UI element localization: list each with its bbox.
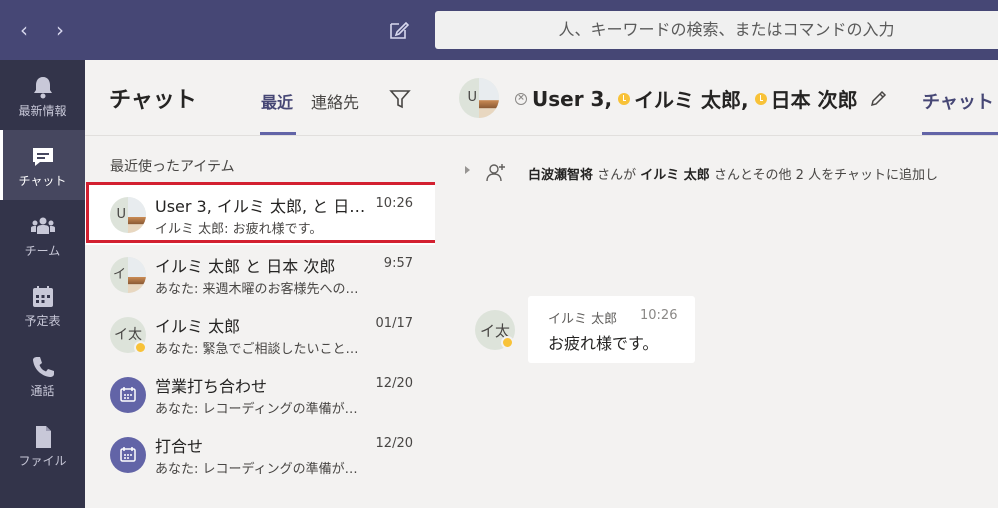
rail-item-calls[interactable]: 通話 [0, 340, 85, 410]
teams-icon [31, 217, 55, 234]
meeting-calendar-icon [120, 387, 136, 402]
group-avatar: U [110, 197, 146, 233]
conversation-pane: U × User 3, イルミ 太郎, 日本 次郎 チャット 白波瀬智将 さんが… [435, 60, 998, 508]
system-text-part: さんが [593, 168, 641, 183]
message-avatar[interactable]: イ太 [475, 310, 515, 350]
bell-icon [34, 77, 52, 99]
avatar-letter: U [116, 207, 126, 222]
app-rail: 最新情報 チャット チーム 予定表 通話 ファイル [0, 60, 85, 508]
rail-item-activity[interactable]: 最新情報 [0, 60, 85, 130]
filter-icon[interactable] [388, 87, 412, 111]
expand-chevron-icon[interactable] [465, 166, 470, 174]
chat-preview: あなた: レコーディングの準備が… [155, 402, 358, 417]
message-time: 10:26 [640, 308, 678, 323]
chat-list-item[interactable]: イ太 イルミ 太郎 01/17 あなた: 緊急でご相談したいこと… [85, 305, 435, 365]
tab-contacts[interactable]: 連絡先 [311, 89, 359, 113]
pencil-icon[interactable] [868, 89, 888, 109]
chat-name: 営業打ち合わせ [155, 377, 268, 396]
avatar-letter: イ [112, 267, 126, 282]
participant-name: イルミ 太郎, [634, 88, 749, 112]
chat-preview: イルミ 太郎: お疲れ様です。 [155, 222, 323, 237]
chat-name: イルミ 太郎 [155, 317, 241, 336]
avatar-photo [128, 197, 146, 233]
back-arrow-icon[interactable]: ‹ [13, 18, 35, 42]
initials-avatar: イ太 [110, 317, 147, 354]
system-message-text: 白波瀬智将 さんが イルミ 太郎 さんとその他 2 人をチャットに追加し [528, 164, 938, 183]
conversation-header: U × User 3, イルミ 太郎, 日本 次郎 チャット [435, 60, 998, 136]
search-input[interactable]: 人、キーワードの検索、またはコマンドの入力 [435, 11, 998, 49]
chat-list-item[interactable]: 営業打ち合わせ 12/20 あなた: レコーディングの準備が… [85, 365, 435, 425]
chat-preview: あなた: 来週木曜のお客様先への… [155, 282, 359, 297]
message-bubble[interactable]: イルミ 太郎 10:26 お疲れ様です。 [528, 296, 695, 363]
chat-preview: あなた: レコーディングの準備が… [155, 462, 358, 477]
forward-arrow-icon[interactable]: › [49, 18, 71, 42]
chat-list-title: チャット [109, 88, 197, 113]
offline-status-icon: × [515, 92, 527, 105]
top-bar: ‹ › 人、キーワードの検索、またはコマンドの入力 [0, 0, 998, 60]
rail-item-chat[interactable]: チャット [0, 130, 85, 200]
add-person-icon [486, 164, 505, 182]
participant-name: 日本 次郎 [770, 88, 858, 112]
tab-recent[interactable]: 最近 [261, 89, 293, 113]
tab-active-indicator [260, 132, 296, 135]
away-status-icon [618, 92, 631, 105]
rail-item-files[interactable]: ファイル [0, 410, 85, 480]
away-status-icon [134, 341, 147, 354]
teams-window: ‹ › 人、キーワードの検索、またはコマンドの入力 最新情報 チャット チーム … [0, 0, 998, 508]
section-label: 最近使ったアイテム [110, 159, 235, 175]
compose-icon[interactable] [388, 19, 410, 41]
calendar-icon [33, 286, 53, 307]
chat-list-item[interactable]: 打合せ 12/20 あなた: レコーディングの準備が… [85, 425, 435, 485]
phone-icon [33, 357, 54, 377]
rail-item-teams[interactable]: チーム [0, 200, 85, 270]
rail-item-calendar[interactable]: 予定表 [0, 270, 85, 340]
avatar-photo [479, 78, 499, 118]
chat-time: 01/17 [375, 316, 413, 331]
avatar-photo [128, 257, 146, 293]
chat-name: イルミ 太郎 と 日本 次郎 [155, 257, 336, 276]
chat-list-item[interactable]: イ イルミ 太郎 と 日本 次郎 9:57 あなた: 来週木曜のお客様先への… [85, 245, 435, 305]
chat-time: 12/20 [375, 376, 413, 391]
conversation-title[interactable]: × User 3, イルミ 太郎, 日本 次郎 [515, 84, 888, 113]
chat-preview: あなた: 緊急でご相談したいこと… [155, 342, 359, 357]
participant-name: User 3, [532, 86, 613, 111]
chat-list-header: チャット 最近 連絡先 [85, 60, 435, 136]
chat-list-item[interactable]: U User 3, イルミ 太郎, と 日… 10:26 イルミ 太郎: お疲れ… [85, 185, 435, 245]
tab-chat[interactable]: チャット [922, 88, 994, 114]
avatar-letter: U [467, 90, 477, 105]
target-name: イルミ 太郎 [640, 168, 710, 183]
meeting-calendar-icon [120, 447, 136, 462]
rail-label: チーム [24, 244, 61, 258]
chat-time: 12/20 [375, 436, 413, 451]
chat-name: 打合せ [155, 437, 204, 456]
actor-name: 白波瀬智将 [528, 168, 594, 183]
rail-label: チャット [18, 174, 67, 188]
system-message: 白波瀬智将 さんが イルミ 太郎 さんとその他 2 人をチャットに追加し [435, 160, 998, 184]
away-status-icon [754, 92, 767, 105]
group-avatar: イ [110, 257, 146, 293]
meeting-avatar [110, 377, 146, 413]
rail-label: 予定表 [24, 314, 61, 328]
file-icon [36, 426, 51, 448]
meeting-avatar [110, 437, 146, 473]
chat-list-pane: チャット 最近 連絡先 最近使ったアイテム U User 3, イルミ 太郎, … [85, 60, 435, 508]
group-avatar: U [459, 78, 499, 118]
message-text: お疲れ様です。 [548, 334, 659, 353]
tab-active-indicator [922, 132, 998, 135]
rail-label: 通話 [30, 384, 55, 398]
message-author: イルミ 太郎 [548, 312, 618, 327]
rail-label: ファイル [18, 454, 67, 468]
chat-time: 10:26 [375, 196, 413, 211]
away-status-icon [501, 336, 514, 349]
system-text-part: さんとその他 2 人をチャットに追加し [709, 168, 938, 183]
chat-time: 9:57 [383, 256, 413, 271]
rail-label: 最新情報 [18, 104, 67, 118]
chat-name: User 3, イルミ 太郎, と 日… [155, 197, 366, 216]
chat-icon [33, 148, 53, 166]
